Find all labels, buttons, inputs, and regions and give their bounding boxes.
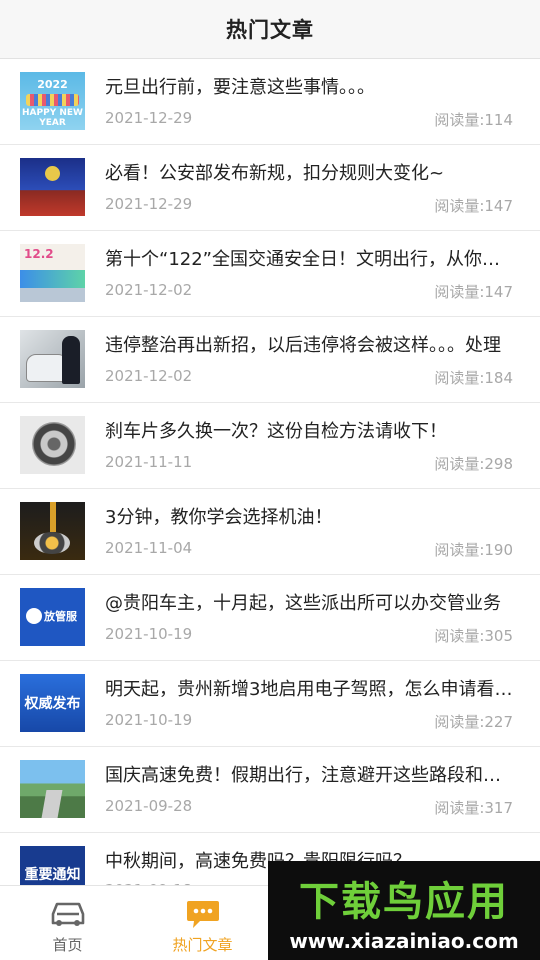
article-title[interactable]: 第十个“122”全国交通安全日！文明出行，从你我做起 <box>105 245 515 271</box>
article-title[interactable]: 违停整治再出新招，以后违停将会被这样。。。处理 <box>105 331 515 357</box>
thumb-decoration <box>20 270 85 288</box>
article-date: 2021-12-29 <box>105 195 193 213</box>
article-thumbnail[interactable]: 放管服 <box>20 588 85 646</box>
police-badge-icon <box>26 608 42 624</box>
article-item-2[interactable]: 必看！公安部发布新规，扣分规则大变化~ 2021-12-29 阅读量:147 <box>0 145 540 231</box>
article-date: 2021-10-19 <box>105 711 193 729</box>
article-date: 2021-12-02 <box>105 367 193 385</box>
article-title[interactable]: @贵阳车主，十月起，这些派出所可以办交管业务 <box>105 589 515 615</box>
thumb-caption: 放管服 <box>44 610 77 623</box>
car-icon <box>50 898 86 932</box>
article-item-6[interactable]: 3分钟，教你学会选择机油！ 2021-11-04 阅读量:190 <box>0 489 540 575</box>
article-item-5[interactable]: 刹车片多久换一次？这份自检方法请收下！ 2021-11-11 阅读量:298 <box>0 403 540 489</box>
oil-stream-image <box>50 502 56 532</box>
article-read-count: 阅读量:114 <box>434 111 513 129</box>
watermark-overlay: 下载鸟应用 www.xiazainiao.com <box>268 861 540 960</box>
article-title[interactable]: 3分钟，教你学会选择机油！ <box>105 503 515 529</box>
chat-bubble-icon <box>185 898 221 934</box>
article-thumbnail[interactable] <box>20 760 85 818</box>
tab-hot-articles-label: 热门文章 <box>172 936 233 954</box>
article-read-count: 阅读量:227 <box>434 713 513 731</box>
thumb-greeting-text: HAPPY NEW YEAR <box>22 108 83 128</box>
thumb-decoration <box>26 94 79 106</box>
thumb-decoration <box>20 288 85 302</box>
header-bar: 热门文章 <box>0 0 540 59</box>
thumb-year-text: 2022 <box>37 78 68 91</box>
article-title[interactable]: 国庆高速免费！假期出行，注意避开这些路段和时段 <box>105 761 515 787</box>
thumb-date-text: 12.2 <box>24 247 54 261</box>
article-item-9[interactable]: 国庆高速免费！假期出行，注意避开这些路段和时段 2021-09-28 阅读量:3… <box>0 747 540 833</box>
article-date: 2021-12-29 <box>105 109 193 127</box>
article-read-count: 阅读量:147 <box>434 283 513 301</box>
emblem-icon <box>45 166 60 181</box>
article-date: 2021-09-28 <box>105 797 193 815</box>
page-title: 热门文章 <box>226 18 314 42</box>
brake-disc-image <box>32 422 76 466</box>
watermark-url: www.xiazainiao.com <box>289 929 519 953</box>
article-read-count: 阅读量:184 <box>434 369 513 387</box>
article-read-count: 阅读量:317 <box>434 799 513 817</box>
article-item-8[interactable]: 权威发布 明天起，贵州新增3地启用电子驾照，怎么申请看这里 2021-10-19… <box>0 661 540 747</box>
article-read-count: 阅读量:305 <box>434 627 513 645</box>
article-item-7[interactable]: 放管服 @贵阳车主，十月起，这些派出所可以办交管业务 2021-10-19 阅读… <box>0 575 540 661</box>
article-read-count: 阅读量:147 <box>434 197 513 215</box>
highway-image <box>41 790 63 818</box>
article-item-4[interactable]: 违停整治再出新招，以后违停将会被这样。。。处理 2021-12-02 阅读量:1… <box>0 317 540 403</box>
tab-hot-articles[interactable]: 热门文章 <box>135 886 270 960</box>
article-date: 2021-12-02 <box>105 281 193 299</box>
article-thumbnail[interactable]: 2022 HAPPY NEW YEAR <box>20 72 85 130</box>
article-date: 2021-11-04 <box>105 539 193 557</box>
article-title[interactable]: 刹车片多久换一次？这份自检方法请收下！ <box>105 417 515 443</box>
article-title[interactable]: 明天起，贵州新增3地启用电子驾照，怎么申请看这里 <box>105 675 515 701</box>
article-read-count: 阅读量:190 <box>434 541 513 559</box>
article-thumbnail[interactable] <box>20 416 85 474</box>
officer-image <box>62 336 80 384</box>
article-item-1[interactable]: 2022 HAPPY NEW YEAR 元旦出行前，要注意这些事情。。。 202… <box>0 59 540 145</box>
article-thumbnail[interactable]: 权威发布 <box>20 674 85 732</box>
article-thumbnail[interactable] <box>20 330 85 388</box>
thumb-caption: 重要通知 <box>24 867 81 883</box>
oil-cap-image <box>34 532 70 554</box>
app-screen: 热门文章 2022 HAPPY NEW YEAR 元旦出行前，要注意这些事情。。… <box>0 0 540 960</box>
watermark-title: 下载鸟应用 <box>299 879 509 925</box>
article-item-3[interactable]: 12.2 第十个“122”全国交通安全日！文明出行，从你我做起 2021-12-… <box>0 231 540 317</box>
tab-home[interactable]: 首页 <box>0 886 135 960</box>
article-list[interactable]: 2022 HAPPY NEW YEAR 元旦出行前，要注意这些事情。。。 202… <box>0 59 540 919</box>
thumb-caption: 权威发布 <box>24 696 81 712</box>
tab-home-label: 首页 <box>52 936 83 954</box>
article-thumbnail[interactable]: 12.2 <box>20 244 85 302</box>
article-read-count: 阅读量:298 <box>434 455 513 473</box>
article-date: 2021-10-19 <box>105 625 193 643</box>
article-date: 2021-11-11 <box>105 453 193 471</box>
article-title[interactable]: 元旦出行前，要注意这些事情。。。 <box>105 73 515 99</box>
article-title[interactable]: 必看！公安部发布新规，扣分规则大变化~ <box>105 159 515 185</box>
article-thumbnail[interactable] <box>20 158 85 216</box>
article-thumbnail[interactable] <box>20 502 85 560</box>
